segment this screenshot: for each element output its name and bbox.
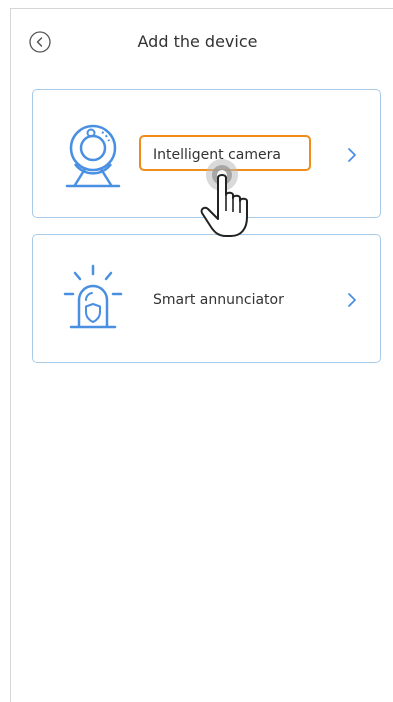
device-card-intelligent-camera[interactable]: Intelligent camera — [32, 89, 381, 218]
chevron-right-icon — [348, 293, 356, 307]
device-label-intelligent-camera: Intelligent camera — [153, 147, 281, 163]
alarm-siren-icon — [63, 264, 123, 329]
app-screen: Add the device Intelligent camera Smart … — [10, 8, 393, 702]
header: Add the device — [11, 9, 393, 77]
device-card-smart-annunciator[interactable]: Smart annunciator — [32, 234, 381, 363]
device-label-smart-annunciator: Smart annunciator — [153, 292, 284, 308]
chevron-right-icon — [348, 148, 356, 162]
page-title: Add the device — [137, 32, 258, 51]
webcam-icon — [65, 124, 121, 188]
